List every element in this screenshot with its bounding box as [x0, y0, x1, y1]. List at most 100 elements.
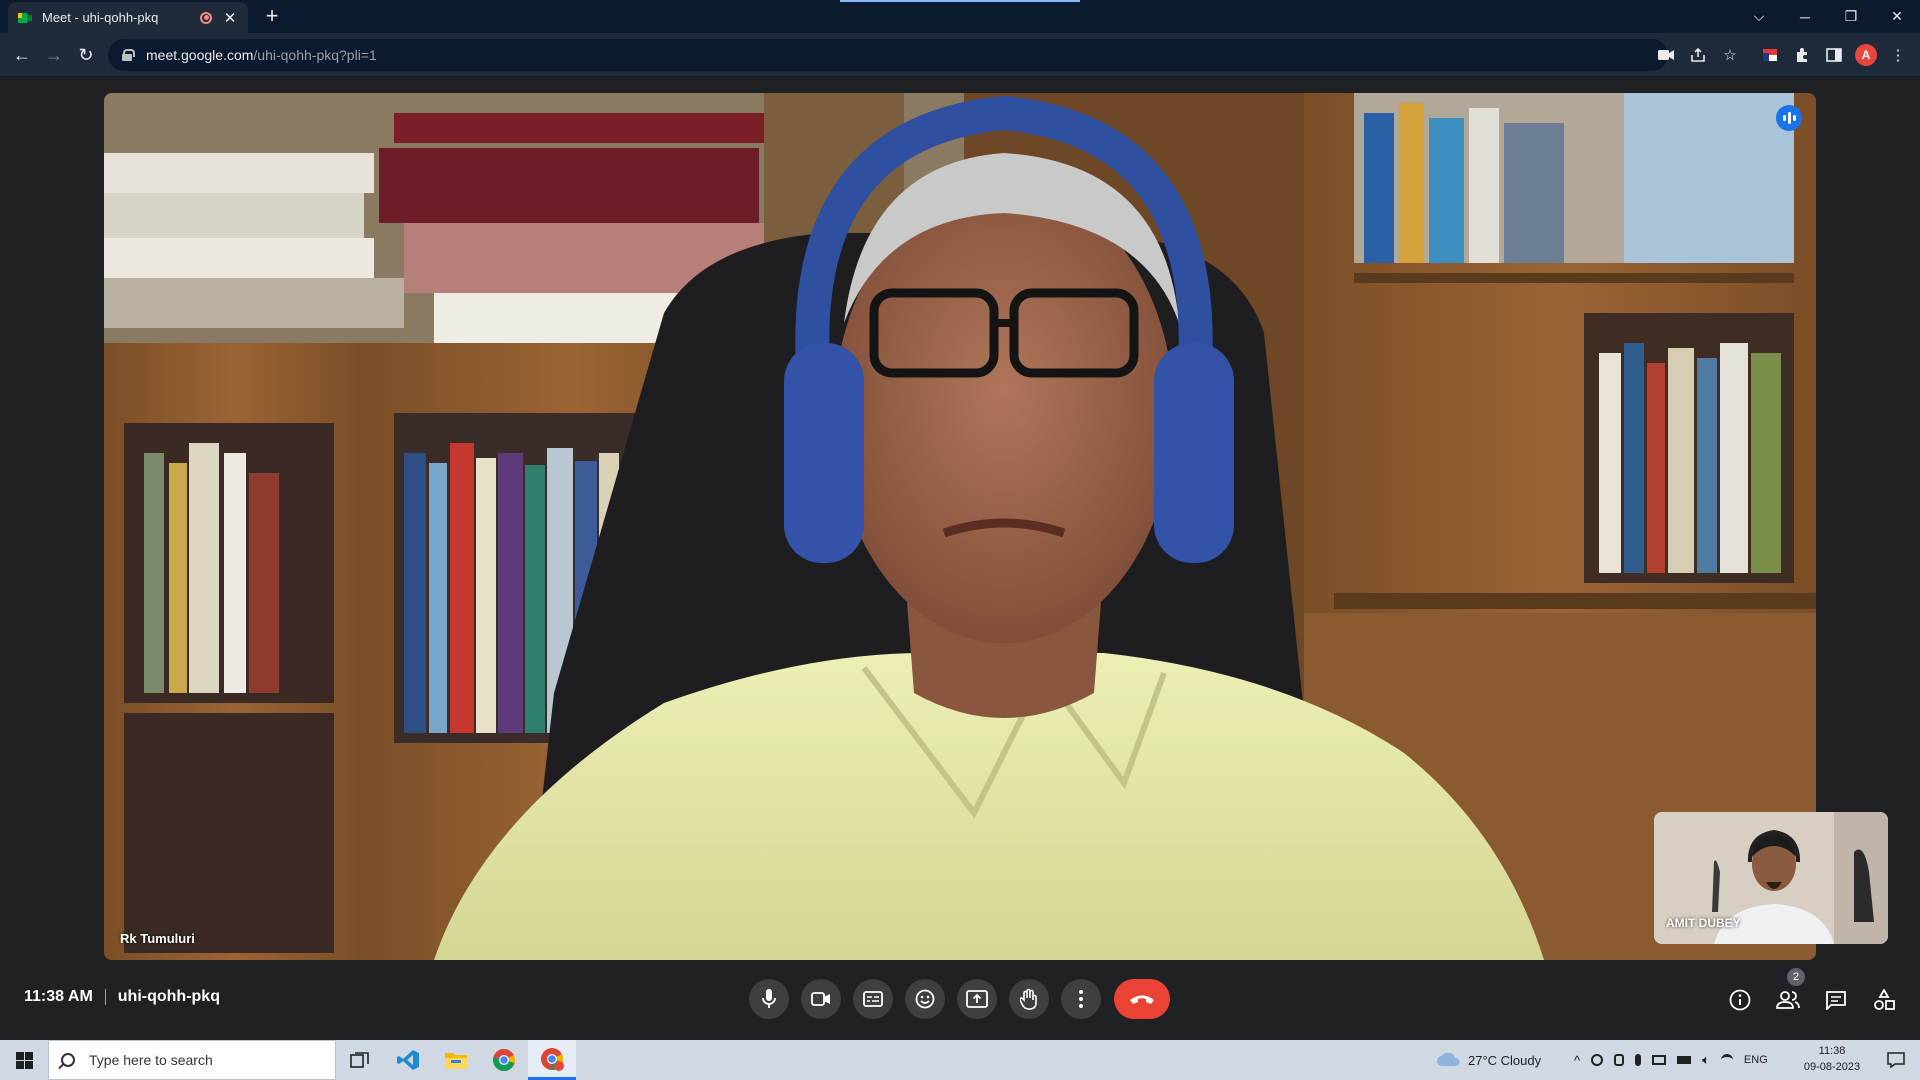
chrome-app[interactable] — [480, 1040, 528, 1080]
self-view-tile[interactable]: AMIT DUBEY — [1654, 812, 1888, 944]
people-icon — [1776, 991, 1800, 1009]
loading-indicator — [840, 0, 1080, 2]
restore-button[interactable]: ❐ — [1828, 0, 1874, 33]
taskbar-clock[interactable]: 11:38 09-08-2023 — [1790, 1043, 1874, 1075]
record-icon[interactable] — [1591, 1054, 1604, 1066]
extensions-puzzle-icon[interactable] — [1791, 44, 1813, 66]
raise-hand-button[interactable] — [1009, 979, 1049, 1019]
tray-microphone-icon[interactable] — [1635, 1054, 1642, 1066]
weather-text: 27°C Cloudy — [1468, 1052, 1542, 1068]
clock-date: 09-08-2023 — [1803, 1061, 1861, 1073]
reload-button[interactable]: ↻ — [72, 41, 100, 69]
emoji-icon — [915, 989, 935, 1009]
side-panel-icon[interactable] — [1823, 44, 1845, 66]
volume-icon[interactable]: 🔈︎ — [1702, 1052, 1710, 1068]
vscode-icon — [397, 1050, 419, 1070]
clock-time: 11:38 — [1818, 1045, 1846, 1057]
notification-icon — [1887, 1052, 1905, 1068]
more-options-icon — [1079, 990, 1083, 1008]
bookmark-star-icon[interactable]: ☆ — [1719, 44, 1741, 66]
minimize-button[interactable]: ─ — [1782, 0, 1828, 33]
browser-toolbar: ← → ↻ meet.google.com/uhi-qohh-pkq?pli=1… — [0, 33, 1920, 77]
extension-flag-icon[interactable] — [1759, 44, 1781, 66]
present-screen-icon — [966, 990, 988, 1008]
chat-button[interactable] — [1822, 986, 1850, 1014]
activities-button[interactable] — [1870, 986, 1898, 1014]
captions-icon — [863, 991, 883, 1007]
task-view-button[interactable] — [336, 1040, 384, 1080]
task-view-icon — [350, 1052, 369, 1068]
url-host: meet.google.com — [146, 47, 254, 63]
new-tab-button[interactable]: + — [260, 4, 284, 28]
url-path: /uhi-qohh-pkq?pli=1 — [253, 47, 377, 63]
chrome-app-profile[interactable] — [528, 1040, 576, 1080]
start-button[interactable] — [0, 1040, 48, 1080]
profile-avatar[interactable]: A — [1855, 44, 1877, 66]
taskbar-search[interactable] — [48, 1040, 336, 1080]
tray-expand-icon[interactable]: ^ — [1574, 1053, 1580, 1068]
browser-tab-strip: Meet - uhi-qohh-pkq ✕ + ⌵ ─ ❐ ✕ — [0, 0, 1920, 33]
microphone-button[interactable] — [749, 979, 789, 1019]
weather-widget[interactable]: 27°C Cloudy — [1436, 1040, 1541, 1080]
speaker-video-frame — [104, 93, 1816, 960]
share-icon[interactable] — [1687, 44, 1709, 66]
tab-title: Meet - uhi-qohh-pkq — [42, 10, 159, 25]
windows-taskbar: 27°C Cloudy ^ 🔈︎ ENG 11:38 09-08-2023 — [0, 1040, 1920, 1080]
captions-button[interactable] — [853, 979, 893, 1019]
display-icon[interactable] — [1652, 1055, 1667, 1065]
webcam-icon[interactable] — [1614, 1054, 1625, 1066]
more-options-button[interactable] — [1061, 979, 1101, 1019]
taskbar-search-input[interactable] — [89, 1052, 309, 1068]
arrow-left-icon: ← — [13, 44, 31, 65]
chrome-icon — [493, 1049, 516, 1071]
lock-icon[interactable] — [122, 49, 135, 61]
main-video-tile: Rk Tumuluri — [104, 93, 1816, 960]
system-tray: ^ 🔈︎ ENG — [1574, 1040, 1768, 1080]
search-icon — [61, 1053, 75, 1067]
activities-icon — [1874, 989, 1895, 1010]
windows-logo-icon — [15, 1051, 33, 1069]
meeting-info: 11:38 AM uhi-qohh-pkq — [24, 988, 220, 1006]
divider — [104, 989, 106, 1005]
tab-search-chevron-icon[interactable]: ⌵ — [1736, 0, 1782, 33]
meet-stage: Rk Tumuluri AMIT DUBEY — [0, 78, 1920, 1039]
end-call-icon — [1130, 995, 1154, 1004]
microphone-icon — [762, 989, 776, 1008]
close-window-button[interactable]: ✕ — [1874, 0, 1920, 33]
speaking-indicator-icon — [1776, 105, 1802, 131]
self-name-label: AMIT DUBEY — [1666, 916, 1741, 930]
camera-icon — [811, 992, 830, 1006]
language-indicator[interactable]: ENG — [1744, 1054, 1768, 1066]
present-screen-button[interactable] — [957, 979, 997, 1019]
reload-icon: ↻ — [78, 44, 94, 65]
notifications-button[interactable] — [1872, 1040, 1920, 1080]
vscode-app[interactable] — [384, 1040, 432, 1080]
folder-icon — [445, 1053, 467, 1069]
people-button[interactable] — [1774, 986, 1802, 1014]
battery-icon[interactable] — [1677, 1056, 1692, 1064]
recording-indicator-icon — [200, 11, 212, 24]
cloud-icon — [1437, 1053, 1460, 1066]
meeting-time: 11:38 AM — [24, 988, 93, 1005]
camera-button[interactable] — [801, 979, 841, 1019]
meeting-details-button[interactable] — [1726, 986, 1754, 1014]
forward-button[interactable]: → — [40, 41, 68, 69]
leave-call-button[interactable] — [1114, 979, 1170, 1019]
speaker-name-label: Rk Tumuluri — [120, 931, 195, 946]
chrome-profile-icon — [541, 1047, 564, 1071]
browser-menu-icon[interactable]: ⋮ — [1887, 44, 1909, 66]
arrow-right-icon: → — [45, 44, 63, 65]
chat-icon — [1826, 991, 1846, 1010]
camera-in-use-icon[interactable] — [1655, 44, 1677, 66]
tab-close-icon[interactable]: ✕ — [222, 9, 238, 27]
address-bar[interactable]: meet.google.com/uhi-qohh-pkq?pli=1 — [108, 39, 1668, 71]
info-icon — [1729, 989, 1751, 1011]
emoji-reaction-button[interactable] — [905, 979, 945, 1019]
raise-hand-icon — [1020, 988, 1037, 1010]
meeting-code: uhi-qohh-pkq — [117, 988, 220, 1005]
back-button[interactable]: ← — [8, 41, 36, 69]
wifi-icon[interactable] — [1720, 1054, 1733, 1066]
browser-tab-meet[interactable]: Meet - uhi-qohh-pkq ✕ — [8, 2, 248, 33]
file-explorer-app[interactable] — [432, 1040, 480, 1080]
meet-favicon-icon — [18, 11, 32, 25]
